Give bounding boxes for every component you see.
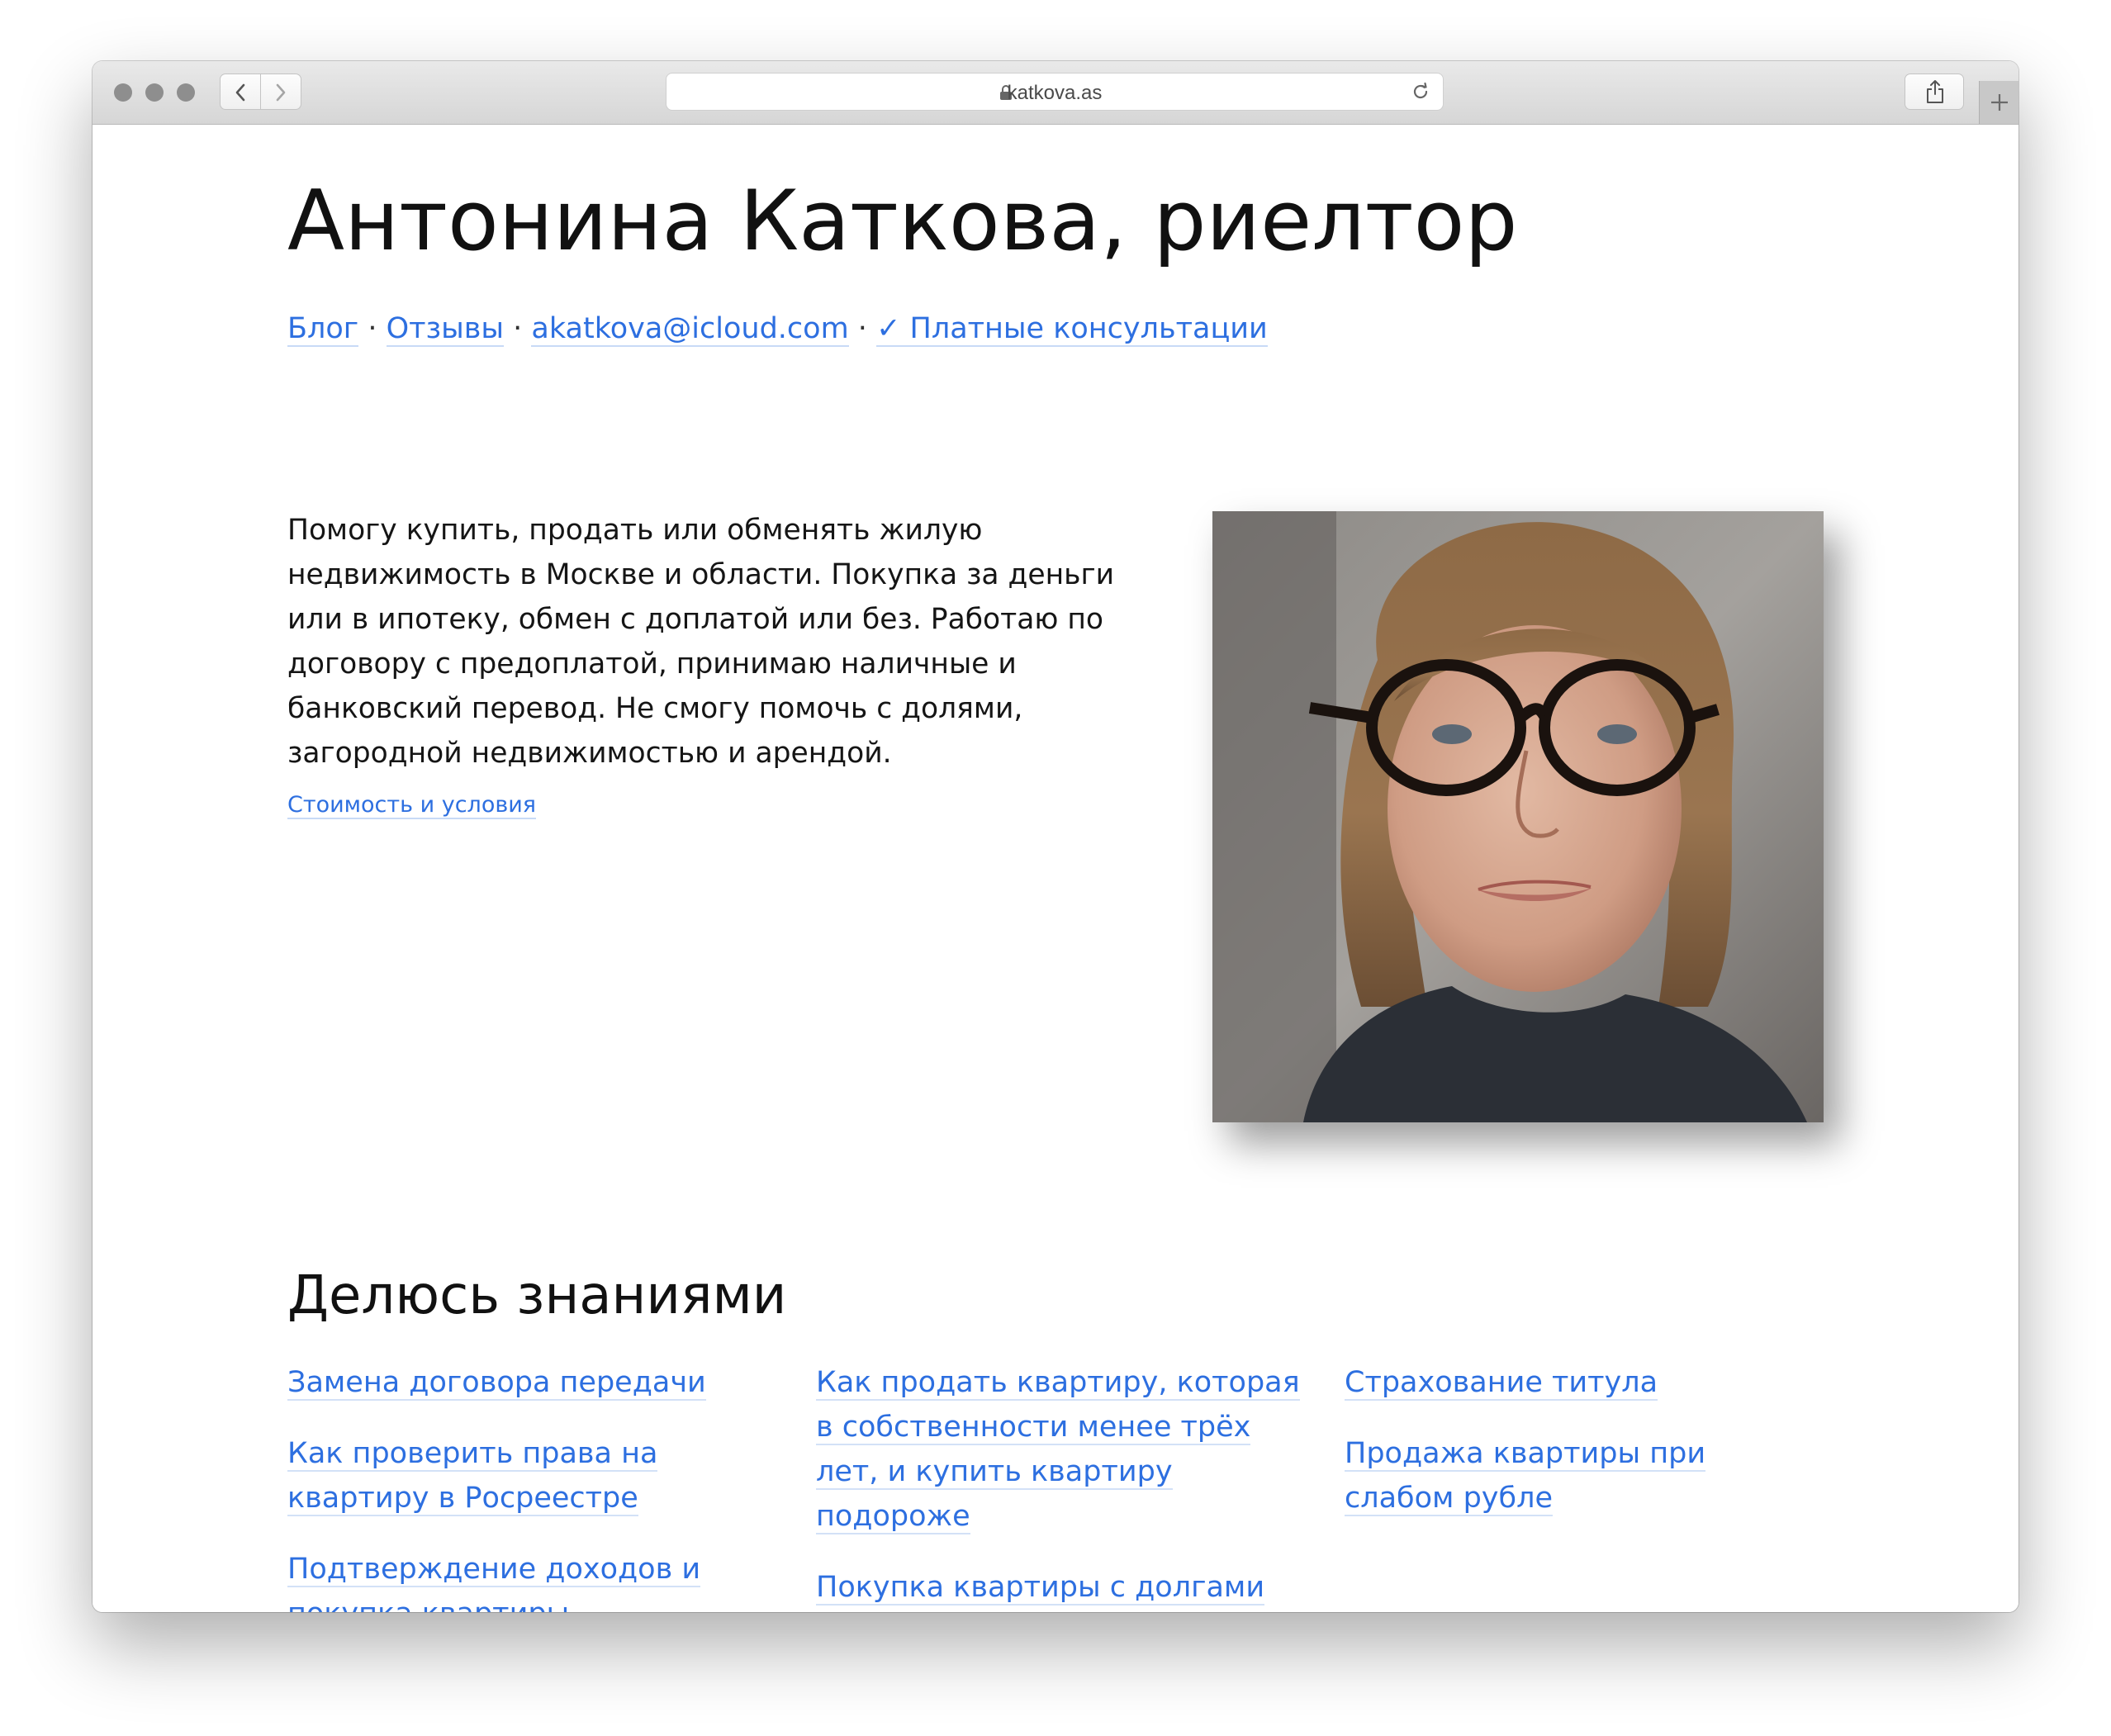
browser-toolbar: katkova.as [93,61,2018,125]
conditions-link[interactable]: Стоимость и условия [287,792,537,819]
article-link[interactable]: Как продать квартиру, которая в собствен… [816,1366,1300,1534]
share-icon [1927,80,1943,103]
article-link[interactable]: Замена договора передачи [287,1366,706,1401]
article-link[interactable]: Подтверждение доходов и покупка квартиры [287,1553,701,1612]
zoom-window-button[interactable] [177,83,195,102]
forward-button[interactable] [260,74,301,110]
list-item: Страхование титула [1345,1360,1774,1405]
header-links: Блог · Отзывы · akatkova@icloud.com · ✓ … [287,308,1268,349]
back-button[interactable] [220,74,261,110]
list-item: Как проверить права на квартиру в Росрее… [287,1431,717,1520]
page-content: Антонина Каткова, риелтор Блог · Отзывы … [93,125,2018,1612]
knowledge-section-title: Делюсь знаниями [287,1265,787,1326]
paid-consultations-link[interactable]: ✓ Платные консультации [876,312,1268,347]
portrait-image [1212,511,1824,1122]
articles-column-3: Страхование титула Продажа квартиры при … [1345,1360,1774,1547]
new-tab-button[interactable] [1979,81,2018,124]
chevron-left-icon [235,83,245,102]
chevron-right-icon [276,83,286,102]
share-button[interactable] [1905,74,1964,110]
list-item: Как продать квартиру, которая в собствен… [816,1360,1312,1539]
article-link[interactable]: Страхование титула [1345,1366,1658,1401]
address-url: katkova.as [1007,82,1103,104]
close-window-button[interactable] [114,83,132,102]
list-item: Покупка квартиры с долгами по коммуналке [816,1565,1295,1612]
separator: · [504,312,532,345]
address-bar[interactable]: katkova.as [666,73,1444,111]
article-link[interactable]: Покупка квартиры с долгами по коммуналке [816,1571,1265,1612]
list-item: Продажа квартиры при слабом рубле [1345,1431,1741,1520]
intro-text: Помогу купить, продать или обменять жилу… [287,514,1115,770]
browser-window: katkova.as Антонина Каткова, риелтор Бло… [93,61,2018,1612]
page-title: Антонина Каткова, риелтор [287,172,1518,269]
separator: · [848,312,877,345]
reviews-link[interactable]: Отзывы [386,312,505,347]
list-item: Замена договора передачи [287,1360,799,1405]
article-link[interactable]: Как проверить права на квартиру в Росрее… [287,1437,658,1516]
conditions: Стоимость и условия [287,789,537,822]
portrait-photo [1212,511,1824,1122]
reload-icon[interactable] [1410,81,1431,102]
blog-link[interactable]: Блог [287,312,359,347]
list-item: Подтверждение доходов и покупка квартиры [287,1547,717,1612]
separator: · [358,312,387,345]
email-link[interactable]: akatkova@icloud.com [531,312,849,347]
articles-column-1: Замена договора передачи Как проверить п… [287,1360,799,1612]
plus-icon [1991,94,2008,111]
minimize-window-button[interactable] [145,83,164,102]
article-link[interactable]: Продажа квартиры при слабом рубле [1345,1437,1706,1516]
articles-column-2: Как продать квартиру, которая в собствен… [816,1360,1312,1612]
